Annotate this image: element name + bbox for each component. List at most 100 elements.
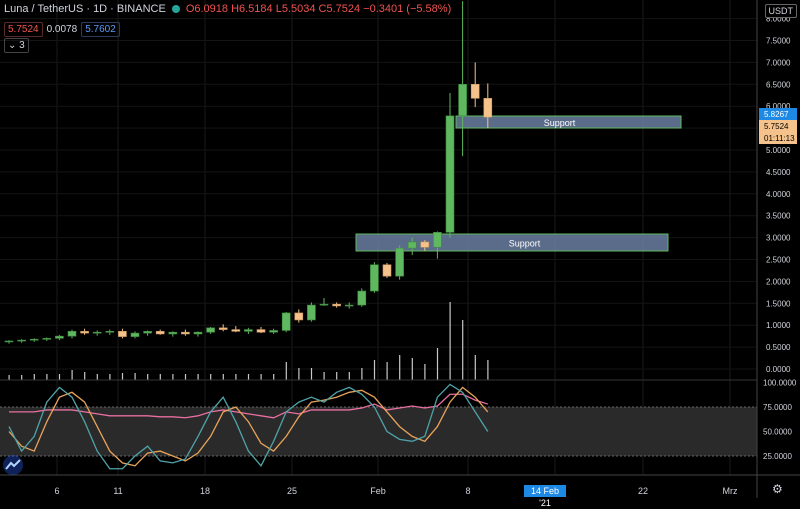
volume-bar xyxy=(298,368,300,380)
candle-body xyxy=(370,264,379,292)
candle-body xyxy=(332,303,341,307)
candle xyxy=(92,330,102,336)
volume-bar xyxy=(336,372,338,380)
volume-bar xyxy=(462,320,464,380)
time-axis: 6 11 18 25 Feb 8 22 Mrz xyxy=(54,486,738,496)
volume-bar xyxy=(310,368,313,380)
volume-bar xyxy=(21,375,23,380)
candle xyxy=(357,288,367,307)
volume-bar xyxy=(386,362,388,380)
candle-body xyxy=(420,241,430,248)
volume-bar xyxy=(147,374,149,380)
candle xyxy=(42,337,52,341)
volume-bar xyxy=(323,372,325,380)
price-tick-label: 3.0000 xyxy=(766,234,791,243)
candle-body xyxy=(118,331,127,337)
volume-bar xyxy=(134,373,136,380)
price-tick-label: 2.0000 xyxy=(766,277,791,286)
candle xyxy=(17,339,26,343)
candle-body xyxy=(470,84,480,99)
indicators-toggle[interactable]: ⌄ 3 xyxy=(4,38,29,53)
price-chart[interactable]: SupportSupport 8.00007.50007.00006.50006… xyxy=(0,0,800,498)
candle xyxy=(29,338,39,342)
symbol-header: Luna / TetherUS · 1D · BINANCE O6.0918 H… xyxy=(4,3,451,15)
candle-body xyxy=(407,241,417,249)
candle xyxy=(433,231,442,259)
volume-bar xyxy=(172,374,174,380)
currency-label[interactable]: USDT xyxy=(764,4,797,18)
volume-bar xyxy=(373,360,376,380)
last-price-label: 5.7524 xyxy=(764,122,789,131)
candle-body xyxy=(445,115,455,233)
time-tick-label: 6 xyxy=(54,486,59,496)
price-tick-label: 4.0000 xyxy=(766,190,791,199)
candle xyxy=(181,329,190,336)
volume-bar xyxy=(184,374,187,380)
volume-bar xyxy=(424,364,426,380)
buy-price-box[interactable]: 5.7602 xyxy=(81,22,120,37)
time-tick-label: Feb xyxy=(370,486,386,496)
candle-body xyxy=(231,329,241,332)
volume-bar xyxy=(260,374,262,380)
candle-body xyxy=(17,339,26,342)
volume-bar xyxy=(121,373,124,380)
logo-icon[interactable] xyxy=(2,455,24,475)
volume-bar xyxy=(33,374,35,380)
stoch-tick-label: 25.0000 xyxy=(763,452,792,461)
candle-body xyxy=(319,303,329,306)
candle xyxy=(395,245,404,280)
ohlc-values: O6.0918 H6.5184 L5.5034 C5.7524 −0.3401 … xyxy=(185,3,452,15)
price-axis: 8.00007.50007.00006.50006.00005.50005.00… xyxy=(759,15,797,374)
price-tick-label: 1.0000 xyxy=(766,321,791,330)
stoch-tick-label: 75.0000 xyxy=(763,403,792,412)
price-tick-label: 6.5000 xyxy=(766,80,791,89)
volume-bar xyxy=(58,374,61,380)
candle xyxy=(67,329,77,339)
candle xyxy=(319,298,329,306)
candle xyxy=(470,62,480,108)
sell-price-box[interactable]: 5.7524 xyxy=(4,22,43,37)
candle xyxy=(130,331,140,339)
candle xyxy=(445,93,455,238)
candle-body xyxy=(256,329,266,333)
volume-bars xyxy=(8,302,489,380)
quote-row: 5.7524 0.0078 5.7602 xyxy=(4,22,120,37)
price-tick-label: 7.5000 xyxy=(766,37,791,46)
candle-body xyxy=(92,331,102,334)
price-tick-label: 4.5000 xyxy=(766,168,791,177)
candle xyxy=(118,328,127,339)
current-price-label: 5.8267 xyxy=(764,110,789,119)
time-tick-label: 8 xyxy=(465,486,470,496)
candle-body xyxy=(130,332,140,337)
volume-bar xyxy=(96,374,98,380)
candle-body xyxy=(80,331,89,334)
candle xyxy=(4,340,14,344)
settings-gear-icon[interactable]: ⚙ xyxy=(772,482,783,496)
candle-body xyxy=(206,327,215,333)
time-tick-label: Mrz xyxy=(723,486,738,496)
volume-bar xyxy=(84,372,86,380)
candle xyxy=(458,1,467,157)
volume-bar xyxy=(159,374,161,380)
candle xyxy=(307,302,316,322)
candle-body xyxy=(29,338,39,341)
spread-value: 0.0078 xyxy=(46,24,78,35)
volume-bar xyxy=(222,374,224,380)
market-status-icon xyxy=(171,5,180,13)
symbol-title[interactable]: Luna / TetherUS · 1D · BINANCE xyxy=(4,3,166,15)
candle-body xyxy=(218,327,228,330)
time-tick-label: 11 xyxy=(113,486,122,496)
volume-bar xyxy=(449,302,451,380)
candle xyxy=(256,326,266,334)
candle-body xyxy=(105,331,115,333)
candle-body xyxy=(269,330,278,333)
candle-body xyxy=(67,331,77,337)
candle xyxy=(244,327,253,334)
candle-body xyxy=(4,340,14,343)
volume-bar xyxy=(411,358,413,380)
volume-bar xyxy=(247,374,250,380)
countdown-label: 01:11:13 xyxy=(764,134,795,143)
candle-body xyxy=(281,312,291,331)
indicators-count[interactable]: ⌄ 3 xyxy=(4,38,29,53)
candle-body xyxy=(244,329,253,332)
